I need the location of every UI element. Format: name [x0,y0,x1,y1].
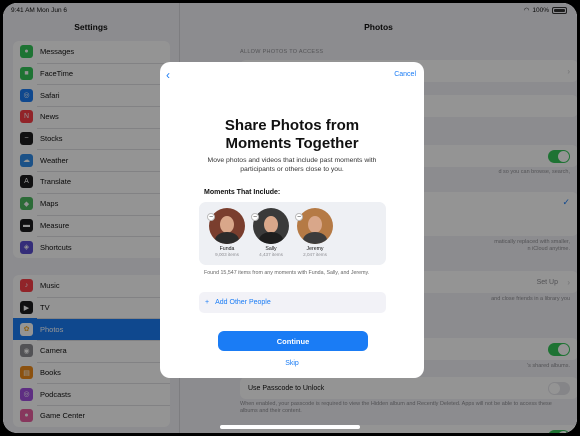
share-photos-sheet: ‹ Cancel Share Photos from Moments Toget… [160,62,424,378]
person-sally[interactable]: − Sally 4,437 items [251,208,291,257]
sheet-title-line-2: Moments Together [225,135,359,152]
skip-button[interactable]: Skip [160,360,424,367]
avatar [253,208,289,244]
home-indicator[interactable] [220,425,360,429]
avatar [297,208,333,244]
remove-person-icon[interactable]: − [251,213,259,221]
ipad-screen: Settings ● Messages ■ FaceTime ◎ Safari N News ~… [3,3,577,433]
sheet-title-line-1: Share Photos from [224,117,360,134]
add-other-people-button[interactable]: + Add Other People [199,292,386,313]
remove-person-icon[interactable]: − [295,213,303,221]
people-card: − Funda 9,003 items − Sally 4,437 items … [199,202,386,265]
sheet-description: Move photos and videos that include past… [207,157,377,173]
moments-section-label: Moments That Include: [204,189,281,196]
continue-button[interactable]: Continue [218,331,368,351]
person-item-count: 2,047 items [303,252,327,257]
plus-icon: + [205,299,210,306]
person-funda[interactable]: − Funda 9,003 items [207,208,247,257]
back-chevron-icon[interactable]: ‹ [166,68,170,82]
found-items-text: Found 15,547 items from any moments with… [204,270,370,276]
add-other-people-label: Add Other People [215,299,271,306]
person-jeremy[interactable]: − Jeremy 2,047 items [295,208,335,257]
avatar [209,208,245,244]
cancel-button[interactable]: Cancel [394,71,416,78]
sheet-title: Share Photos from Moments Together [160,117,424,153]
person-item-count: 9,003 items [215,252,239,257]
person-item-count: 4,437 items [259,252,283,257]
remove-person-icon[interactable]: − [207,213,215,221]
